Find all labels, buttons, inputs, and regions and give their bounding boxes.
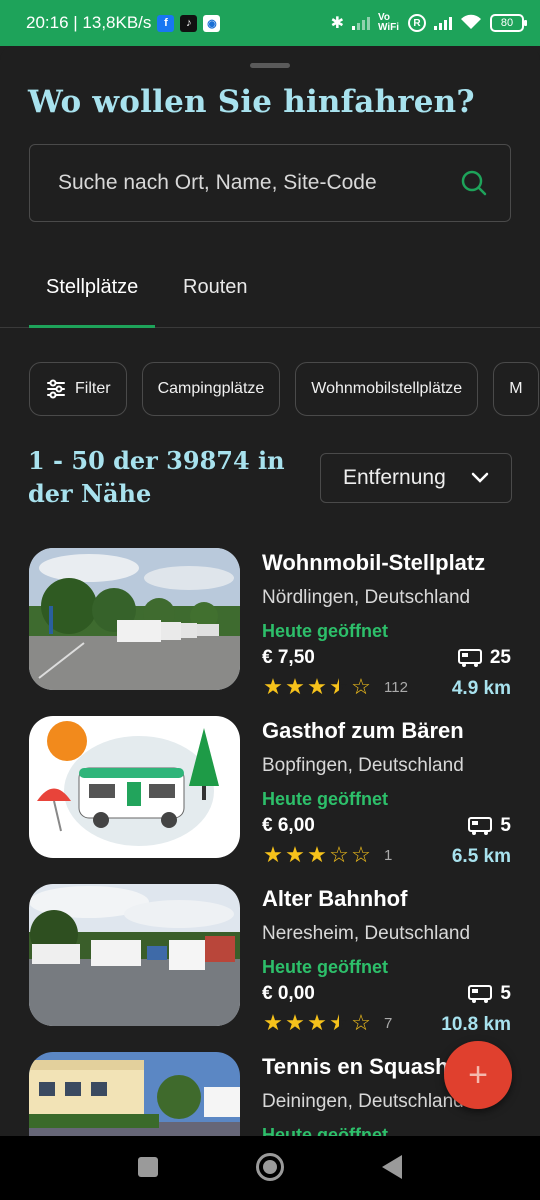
review-count: 1 bbox=[384, 846, 393, 864]
battery-icon: 80 bbox=[490, 14, 527, 32]
bottom-sheet: Wo wollen Sie hinfahren? Stellplätze Rou… bbox=[0, 46, 540, 1136]
listing-price: € 6,00 bbox=[262, 815, 315, 836]
listing-location: Deiningen, Deutschland bbox=[262, 1091, 464, 1112]
results-count: 1 - 50 der 39874 in der Nähe bbox=[28, 446, 285, 508]
open-status: Heute geöffnet bbox=[262, 621, 388, 641]
spots-count: 5 bbox=[468, 983, 511, 1005]
system-nav-bar bbox=[0, 1136, 540, 1200]
search-icon[interactable] bbox=[460, 169, 488, 197]
status-bar: 20:16 | 13,8KB/s f ♪ ◉ ✱ Vo WiFi R 80 bbox=[0, 0, 540, 46]
chip-campingplaetze[interactable]: Campingplätze bbox=[141, 362, 281, 416]
spots-count: 25 bbox=[457, 647, 511, 669]
listing-name[interactable]: Alter Bahnhof bbox=[262, 886, 514, 912]
filter-chip[interactable]: Filter bbox=[29, 362, 127, 416]
status-time: 20:16 | 13,8KB/s bbox=[26, 13, 152, 32]
listing-location: Bopfingen, Deutschland bbox=[262, 755, 464, 776]
back-button[interactable] bbox=[382, 1155, 402, 1184]
review-count: 112 bbox=[384, 678, 408, 696]
page-title: Wo wollen Sie hinfahren? bbox=[28, 84, 475, 120]
list-item[interactable]: Wohnmobil-Stellplatz Nördlingen, Deutsch… bbox=[29, 548, 514, 699]
listing-photo bbox=[29, 1052, 240, 1136]
open-status: Heute geöffnet bbox=[262, 957, 388, 977]
star-rating: ★ ★ ★ ★ ☆ 7 bbox=[263, 1010, 393, 1035]
chip-more[interactable]: M bbox=[493, 362, 539, 416]
motorhome-icon bbox=[457, 649, 482, 667]
list-item[interactable]: Tennis en Squash Deiningen, Deutschland … bbox=[29, 1052, 514, 1136]
volte-label: Vo WiFi bbox=[378, 12, 400, 33]
tiktok-icon: ♪ bbox=[180, 14, 198, 32]
recent-apps-button[interactable] bbox=[138, 1157, 158, 1177]
bluetooth-icon: ✱ bbox=[330, 15, 344, 32]
star-rating: ★ ★ ★ ☆ ☆ 1 bbox=[263, 842, 393, 867]
listing-location: Nördlingen, Deutschland bbox=[262, 587, 471, 608]
sort-label: Entfernung bbox=[343, 466, 446, 489]
distance: 4.9 km bbox=[451, 678, 511, 699]
add-button[interactable]: + bbox=[444, 1041, 512, 1109]
open-status: Heute geöffnet bbox=[262, 1125, 388, 1136]
list-item[interactable]: Alter Bahnhof Neresheim, Deutschland Heu… bbox=[29, 884, 514, 1035]
star-rating: ★ ★ ★ ★ ☆ 112 bbox=[263, 674, 408, 699]
signal-icon bbox=[352, 16, 370, 30]
listing-location: Neresheim, Deutschland bbox=[262, 923, 471, 944]
roaming-icon: R bbox=[408, 14, 426, 32]
listing-photo bbox=[29, 548, 240, 690]
wifi-icon bbox=[460, 14, 482, 33]
listing-name[interactable]: Wohnmobil-Stellplatz bbox=[262, 550, 514, 576]
tab-bar: Stellplätze Routen bbox=[0, 268, 540, 328]
distance: 6.5 km bbox=[451, 846, 511, 867]
listing-photo bbox=[29, 884, 240, 1026]
sort-dropdown[interactable]: Entfernung bbox=[320, 453, 512, 503]
listing-price: € 7,50 bbox=[262, 647, 315, 668]
facebook-icon: f bbox=[157, 14, 175, 32]
home-button[interactable] bbox=[256, 1153, 284, 1181]
search-box[interactable] bbox=[29, 144, 511, 222]
tab-stellplaetze[interactable]: Stellplätze bbox=[29, 276, 156, 328]
search-input[interactable] bbox=[58, 171, 460, 195]
spots-count: 5 bbox=[468, 815, 511, 837]
chip-wohnmobilstellplaetze[interactable]: Wohnmobilstellplätze bbox=[295, 362, 479, 416]
review-count: 7 bbox=[384, 1014, 393, 1032]
distance: 10.8 km bbox=[441, 1014, 511, 1035]
listing-price: € 0,00 bbox=[262, 983, 315, 1004]
plus-icon: + bbox=[468, 1055, 488, 1094]
chevron-down-icon bbox=[471, 472, 489, 483]
filter-icon bbox=[47, 379, 65, 399]
tab-routen[interactable]: Routen bbox=[166, 276, 265, 328]
motorhome-icon bbox=[468, 817, 493, 835]
listing-name[interactable]: Gasthof zum Bären bbox=[262, 718, 514, 744]
signal-icon-2 bbox=[434, 16, 452, 30]
motorhome-icon bbox=[468, 985, 493, 1003]
app-icon: ◉ bbox=[203, 14, 221, 32]
filter-label: Filter bbox=[75, 380, 111, 397]
filter-chips: Filter Campingplätze Wohnmobilstellplätz… bbox=[29, 362, 539, 416]
listing-photo bbox=[29, 716, 240, 858]
drag-handle[interactable] bbox=[250, 63, 290, 68]
list-item[interactable]: Gasthof zum Bären Bopfingen, Deutschland… bbox=[29, 716, 514, 867]
open-status: Heute geöffnet bbox=[262, 789, 388, 809]
